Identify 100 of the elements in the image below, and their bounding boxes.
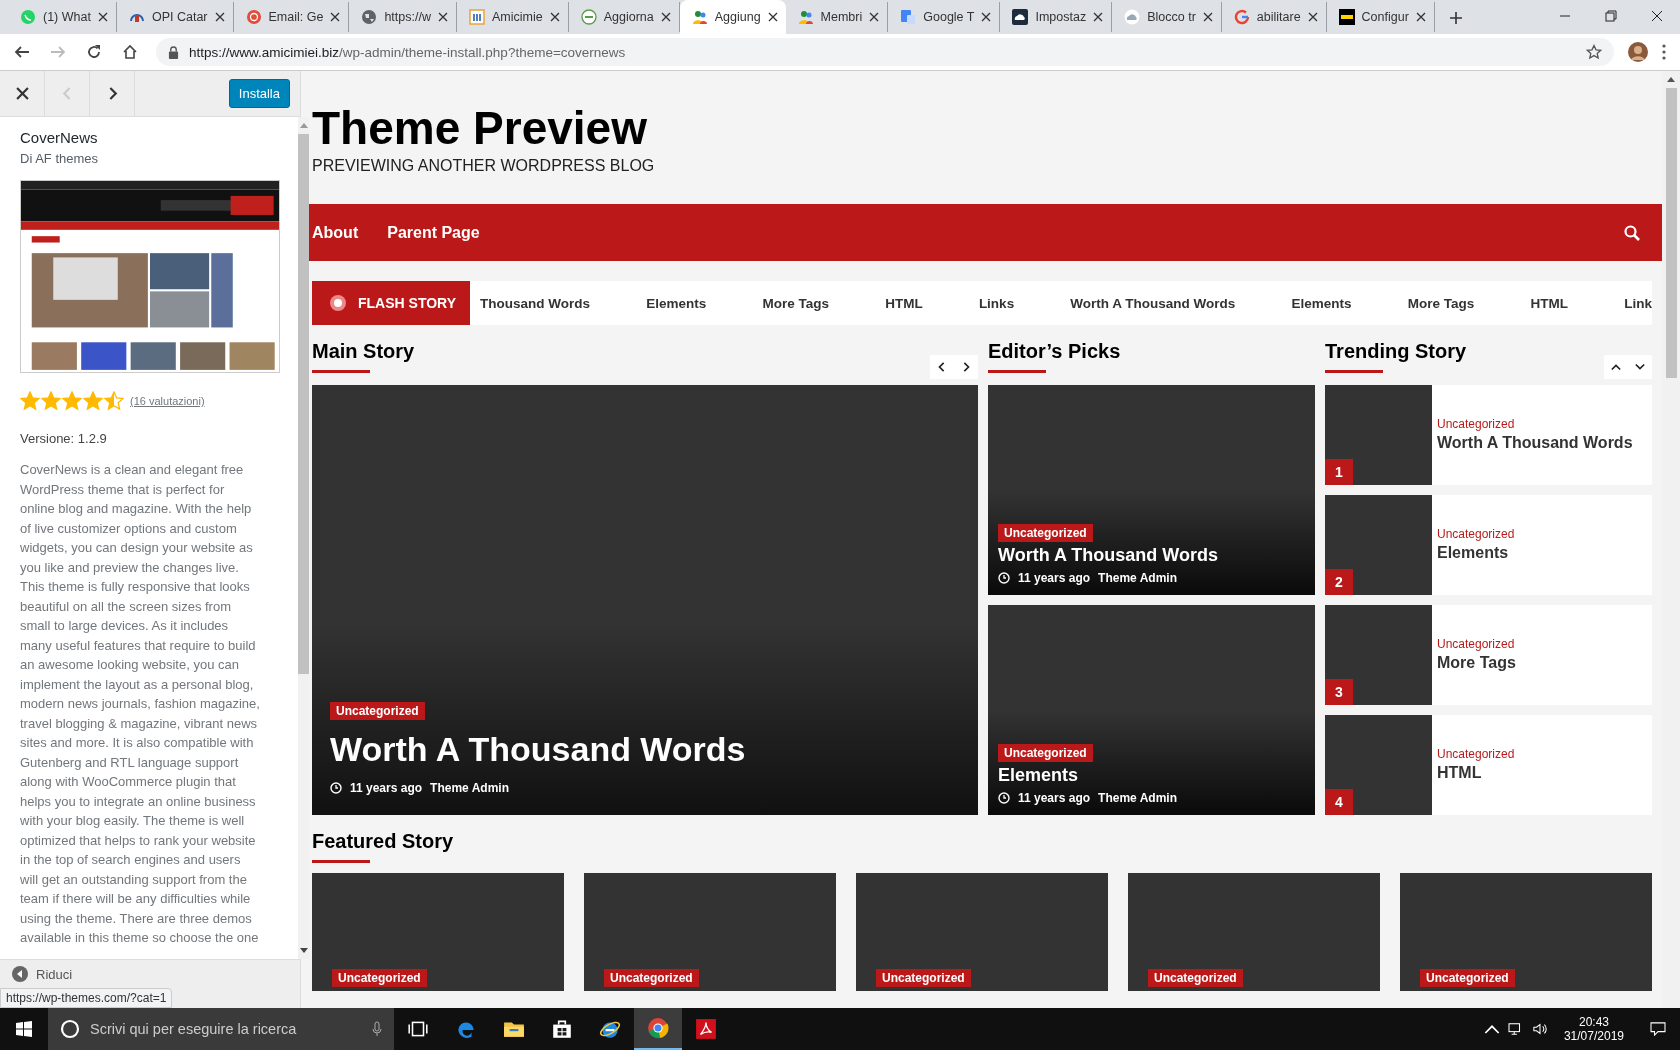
section-heading: Trending Story <box>1325 339 1467 373</box>
taskbar-app[interactable] <box>634 1008 682 1050</box>
category-badge[interactable]: Uncategorized <box>998 744 1093 762</box>
category-link[interactable]: Uncategorized <box>1437 637 1516 651</box>
post-title[interactable]: Worth A Thousand Words <box>1437 434 1633 452</box>
image-placeholder[interactable]: Uncategorized <box>856 873 1108 991</box>
image-placeholder[interactable]: Uncategorized Worth A Thousand Words 11 years ago Theme Admin <box>312 385 978 815</box>
notification-icon[interactable] <box>1650 1022 1666 1036</box>
image-placeholder[interactable]: 1 <box>1325 385 1432 485</box>
flash-link[interactable]: Links <box>978 295 1015 311</box>
category-badge[interactable]: Uncategorized <box>332 969 427 987</box>
category-badge[interactable]: Uncategorized <box>1420 969 1515 987</box>
cloud-icon <box>1124 9 1141 25</box>
nav-link[interactable]: Parent Page <box>387 223 480 242</box>
scrollbar-thumb[interactable] <box>1665 88 1677 378</box>
browser-tab[interactable]: Aggiorna <box>568 2 680 32</box>
post-title[interactable]: Worth A Thousand Words <box>330 730 746 769</box>
browser-tab[interactable]: Blocco tr <box>1112 2 1222 32</box>
image-placeholder[interactable]: Uncategorized Elements 11 years ago Theme Admin <box>988 605 1315 815</box>
flash-link[interactable]: Elements <box>646 295 707 311</box>
category-badge[interactable]: Uncategorized <box>998 524 1093 542</box>
volume-icon[interactable] <box>1531 1022 1548 1036</box>
browser-tab[interactable]: Amicimie <box>456 2 569 32</box>
browser-tab[interactable]: (1) What <box>8 2 117 32</box>
site-title[interactable]: Theme Preview <box>312 105 1652 151</box>
browser-tab[interactable]: OPI Catar <box>116 2 234 32</box>
image-placeholder[interactable]: Uncategorized Worth A Thousand Words 11 years ago Theme Admin <box>988 385 1315 595</box>
post-title[interactable]: More Tags <box>1437 654 1516 672</box>
scrollbar-thumb[interactable] <box>298 134 309 674</box>
browser-tab[interactable]: Impostaz <box>1000 2 1113 32</box>
ratings-link[interactable]: (16 valutazioni) <box>130 395 205 407</box>
browser-tab[interactable]: Google T <box>888 2 1001 32</box>
image-placeholder[interactable]: 4 <box>1325 715 1432 815</box>
close-icon[interactable] <box>660 12 671 22</box>
address-field[interactable]: https://www.amicimiei.biz/wp-admin/theme-install.php?theme=covernews <box>156 38 1614 66</box>
flash-link[interactable]: Elements <box>1291 295 1352 311</box>
menu-icon[interactable] <box>1662 44 1666 60</box>
flash-link[interactable]: More Tags <box>762 295 829 311</box>
image-placeholder[interactable]: Uncategorized <box>1128 873 1380 991</box>
theme-name: CoverNews <box>20 129 99 146</box>
close-icon[interactable] <box>1307 12 1318 22</box>
category-badge[interactable]: Uncategorized <box>604 969 699 987</box>
close-icon[interactable] <box>1202 12 1213 22</box>
browser-tab[interactable]: https://w <box>349 2 457 32</box>
image-placeholder[interactable]: Uncategorized <box>1400 873 1652 991</box>
category-badge[interactable]: Uncategorized <box>330 702 425 720</box>
scroll-up-icon[interactable] <box>1667 77 1675 82</box>
microphone-icon[interactable] <box>372 1021 382 1037</box>
post-title[interactable]: HTML <box>1437 764 1515 782</box>
close-icon[interactable] <box>549 12 560 22</box>
browser-tab[interactable]: Configur <box>1326 2 1435 32</box>
up-button[interactable] <box>1604 355 1628 379</box>
category-link[interactable]: Uncategorized <box>1437 417 1633 431</box>
close-icon[interactable] <box>214 12 225 22</box>
image-placeholder[interactable]: 3 <box>1325 605 1432 705</box>
image-placeholder[interactable]: Uncategorized <box>312 873 564 991</box>
browser-tab[interactable]: abilitare <box>1221 2 1327 32</box>
category-badge[interactable]: Uncategorized <box>876 969 971 987</box>
close-icon[interactable] <box>981 12 992 22</box>
post-author[interactable]: Theme Admin <box>1098 571 1177 585</box>
scroll-down-icon[interactable] <box>299 948 308 953</box>
close-icon[interactable] <box>330 12 341 22</box>
close-icon[interactable] <box>437 12 448 22</box>
post-title[interactable]: Worth A Thousand Words <box>998 545 1218 566</box>
flash-link[interactable]: Worth A Thousand Words <box>1070 295 1236 311</box>
post-author[interactable]: Theme Admin <box>430 781 509 795</box>
bookmark-star-icon[interactable] <box>1586 44 1602 60</box>
close-icon[interactable] <box>767 12 778 22</box>
close-icon[interactable] <box>1093 12 1104 22</box>
category-link[interactable]: Uncategorized <box>1437 747 1515 761</box>
flash-link[interactable]: Link <box>1624 295 1652 311</box>
new-tab-icon[interactable] <box>1448 11 1463 25</box>
close-icon[interactable] <box>1415 12 1426 22</box>
close-icon[interactable] <box>869 12 880 22</box>
collapse-button[interactable]: Riduci <box>0 960 85 988</box>
avatar-icon[interactable] <box>1628 42 1648 62</box>
previous-button[interactable] <box>930 355 954 379</box>
category-link[interactable]: Uncategorized <box>1437 527 1515 541</box>
browser-tab[interactable]: Email: Ge <box>233 2 350 32</box>
nav-link[interactable]: About <box>312 223 359 242</box>
flash-link[interactable]: HTML <box>885 295 923 311</box>
post-title[interactable]: Elements <box>998 765 1177 786</box>
star-icon <box>62 391 82 411</box>
image-placeholder[interactable]: 2 <box>1325 495 1432 595</box>
image-placeholder[interactable]: Uncategorized <box>584 873 836 991</box>
down-button[interactable] <box>1628 355 1652 379</box>
browser-tab[interactable]: Aggiung <box>679 0 786 34</box>
clock[interactable]: 20:43 31/07/2019 <box>1555 1015 1632 1043</box>
install-button[interactable]: Installa <box>228 79 290 108</box>
flash-link[interactable]: HTML <box>1530 295 1568 311</box>
search-field[interactable]: Scrivi qui per eseguire la ricerca <box>48 1008 394 1050</box>
close-icon[interactable] <box>97 12 108 22</box>
category-badge[interactable]: Uncategorized <box>1148 969 1243 987</box>
post-author[interactable]: Theme Admin <box>1098 791 1177 805</box>
next-button[interactable] <box>954 355 978 379</box>
post-title[interactable]: Elements <box>1437 544 1515 562</box>
flash-link[interactable]: Thousand Words <box>480 295 590 311</box>
browser-tab[interactable]: Membri <box>785 2 889 32</box>
search-icon[interactable] <box>1624 224 1640 241</box>
flash-link[interactable]: More Tags <box>1407 295 1475 311</box>
